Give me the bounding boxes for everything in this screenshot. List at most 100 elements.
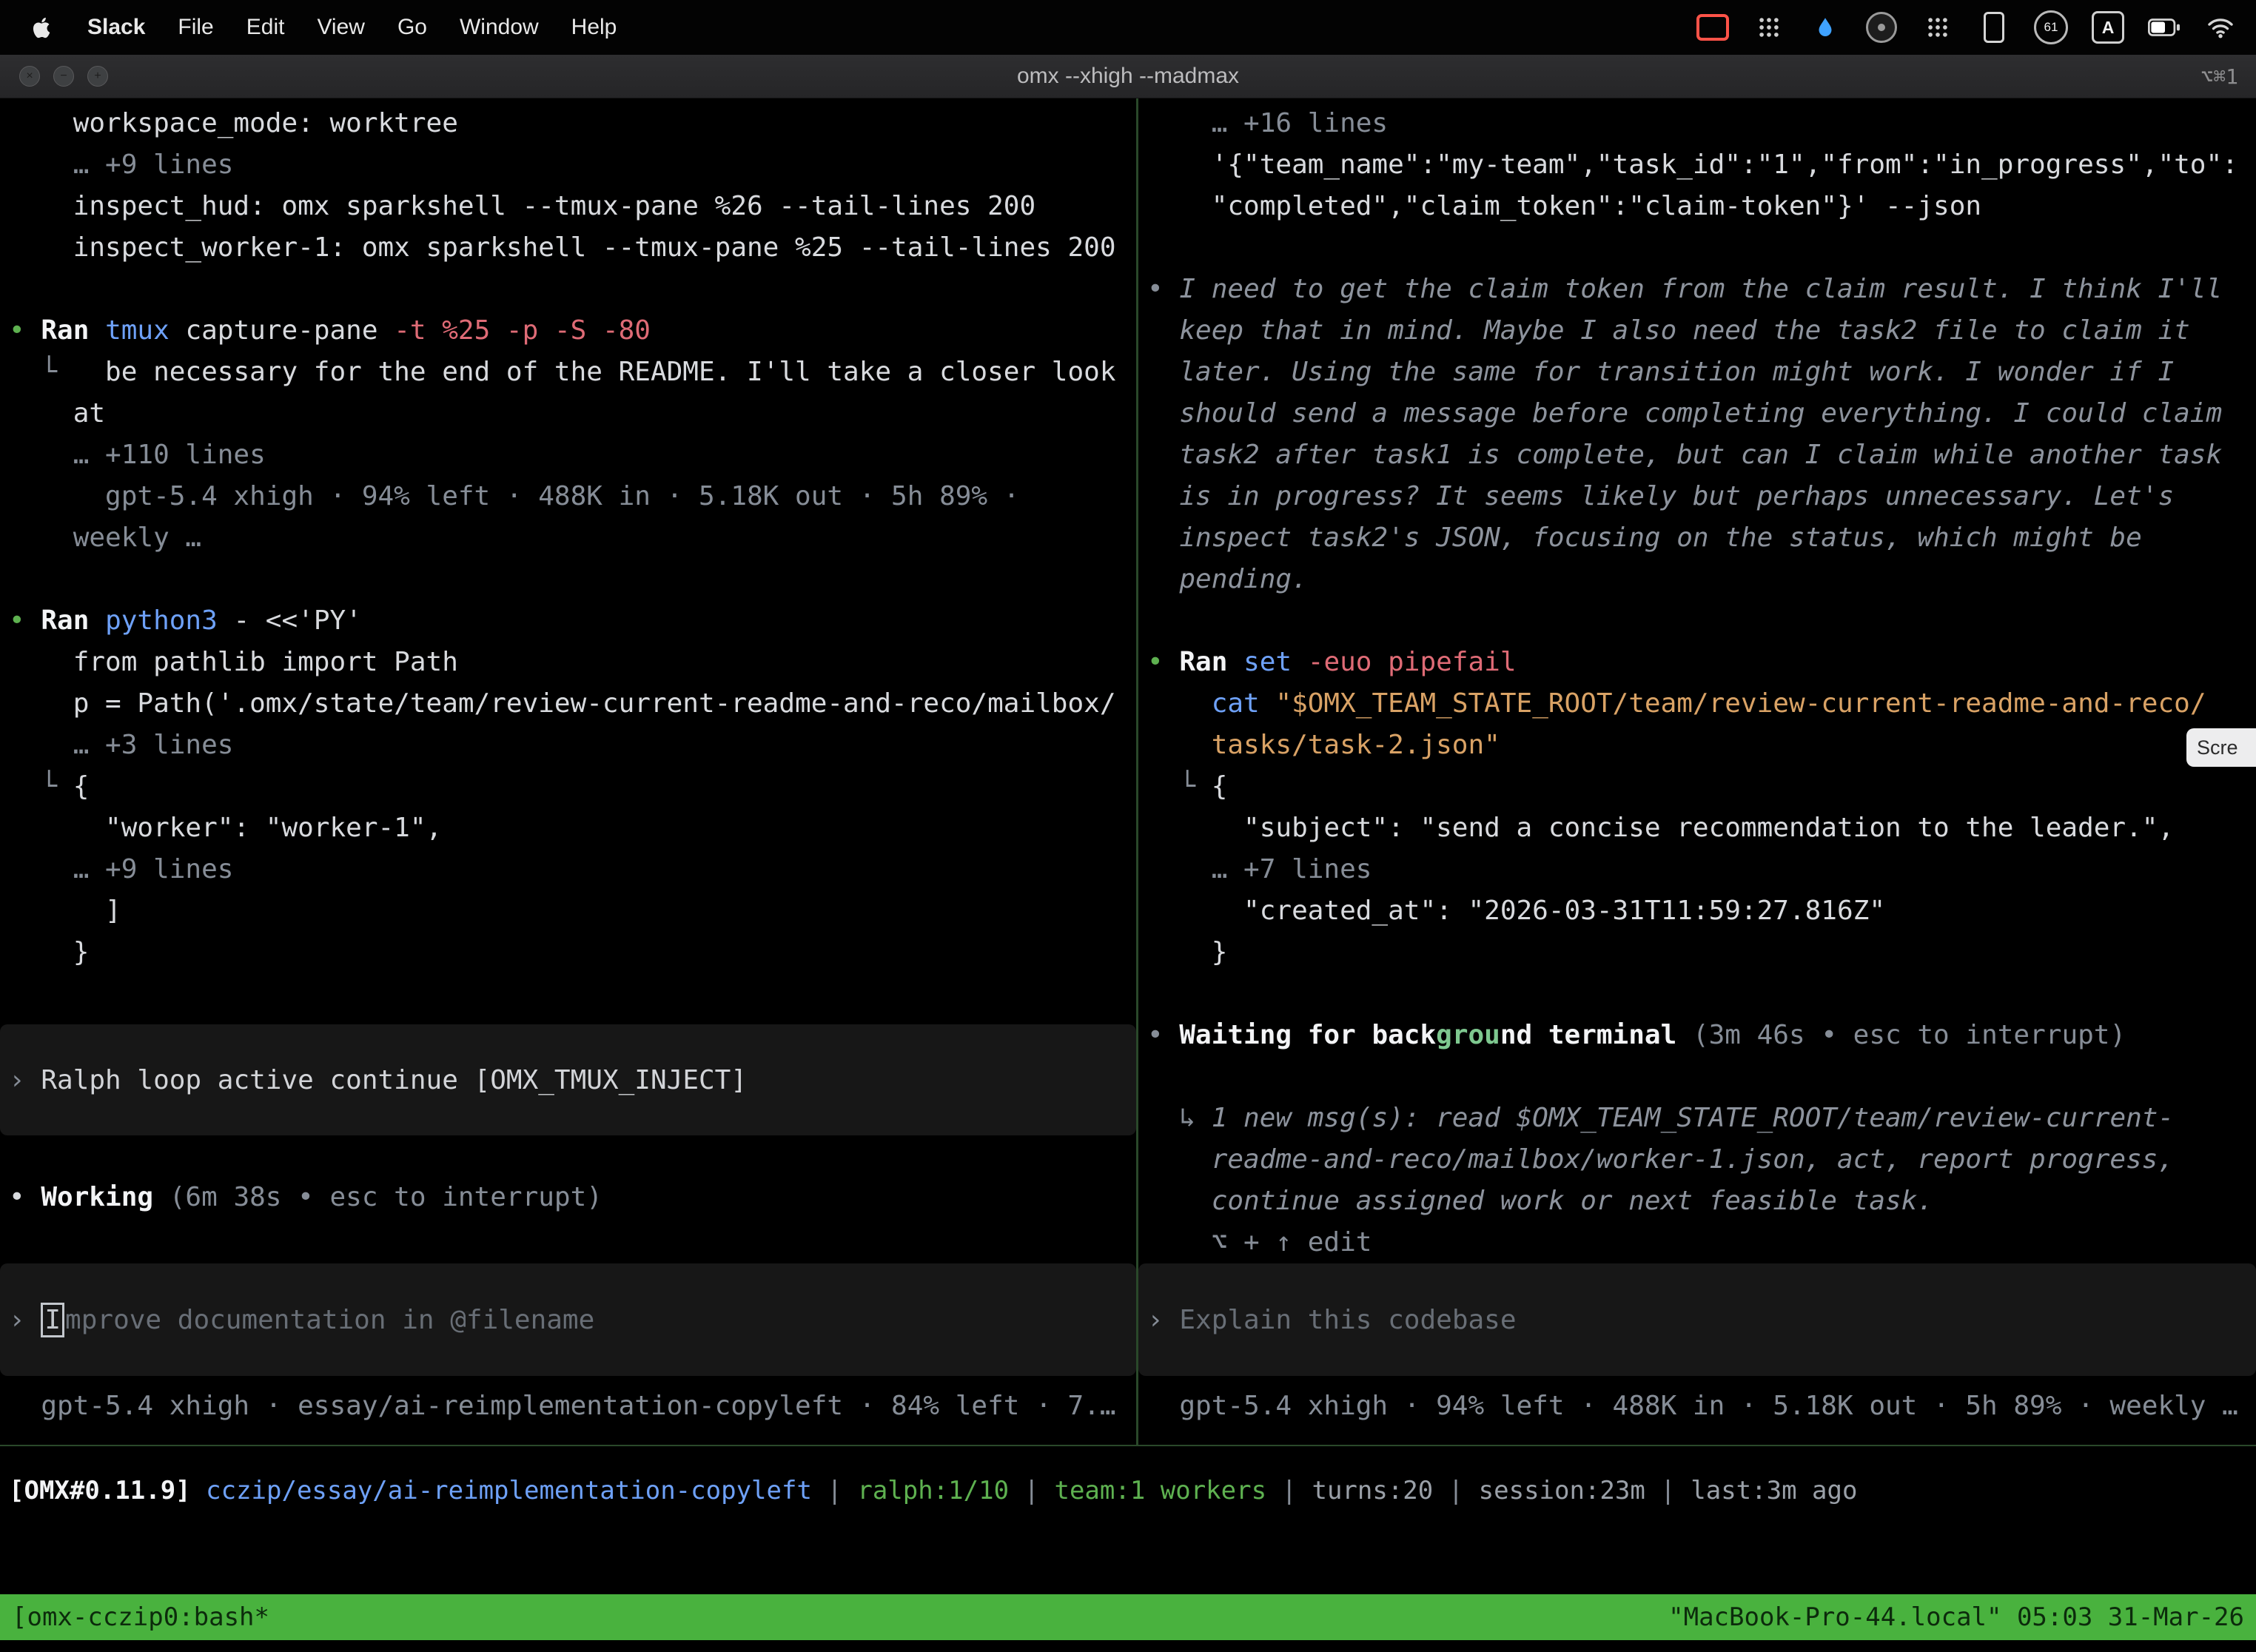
terminal-line: ↳ 1 new msg(s): read $OMX_TEAM_STATE_ROO…	[1138, 1098, 2256, 1139]
menu-bar: Slack File Edit View Go Window Help 61 A	[0, 0, 2256, 55]
terminal-line: gpt-5.4 xhigh · 94% left · 488K in · 5.1…	[0, 476, 1136, 517]
ralph-prompt-text: Ralph loop active continue [OMX_TMUX_INJ…	[41, 1065, 747, 1095]
terminal-line: … +7 lines	[1138, 849, 2256, 890]
screen: Slack File Edit View Go Window Help 61 A	[0, 0, 2256, 1652]
battery-percent-value: 61	[2044, 20, 2058, 35]
terminal-line: inspect task2's JSON, focusing on the st…	[1138, 517, 2256, 559]
battery-percent-badge[interactable]: 61	[2034, 10, 2068, 44]
left-pane[interactable]: workspace_mode: worktree … +9 lines insp…	[0, 98, 1138, 1445]
menu-item-file[interactable]: File	[178, 15, 213, 40]
terminal-line: … +9 lines	[0, 144, 1136, 186]
terminal-line: "subject": "send a concise recommendatio…	[1138, 807, 2256, 849]
apple-menu-icon[interactable]	[30, 13, 55, 42]
omx-status-bar: [OMX#0.11.9] cczip/essay/ai-reimplementa…	[0, 1446, 2256, 1594]
terminal-cursor: I	[41, 1303, 64, 1337]
terminal-line: at	[0, 393, 1136, 434]
terminal-line: from pathlib import Path	[0, 642, 1136, 683]
launchpad-grid-icon[interactable]	[1921, 11, 1954, 44]
prompt-chevron: ›	[0, 1305, 41, 1335]
terminal-line: ]	[0, 890, 1136, 932]
tmux-session-label: [omx-cczip0:bash*	[12, 1602, 269, 1632]
terminal-line: └ {	[0, 766, 1136, 807]
menu-item-go[interactable]: Go	[397, 15, 427, 40]
terminal: workspace_mode: worktree … +9 lines insp…	[0, 98, 2256, 1446]
terminal-line: weekly …	[0, 517, 1136, 559]
terminal-line: … +3 lines	[0, 725, 1136, 766]
terminal-line: }	[1138, 932, 2256, 973]
prompt-chevron: ›	[0, 1065, 41, 1095]
terminal-line: inspect_hud: omx sparkshell --tmux-pane …	[0, 186, 1136, 227]
menu-item-help[interactable]: Help	[571, 15, 617, 40]
terminal-line: inspect_worker-1: omx sparkshell --tmux-…	[0, 227, 1136, 269]
menu-status-icons: 61 A	[1696, 10, 2256, 44]
terminal-line: … +110 lines	[0, 434, 1136, 476]
terminal-line: └ {	[1138, 766, 2256, 807]
working-status-line: • Working (6m 38s • esc to interrupt)	[0, 1177, 1136, 1218]
terminal-line: • Ran python3 - <<'PY'	[0, 600, 1136, 642]
device-icon[interactable]	[1978, 11, 2010, 44]
terminal-line: keep that in mind. Maybe I also need the…	[1138, 310, 2256, 352]
terminal-line: is in progress? It seems likely but perh…	[1138, 476, 2256, 517]
terminal-line: "completed","claim_token":"claim-token"}…	[1138, 186, 2256, 227]
terminal-line	[1138, 600, 2256, 642]
omx-status-line: [OMX#0.11.9] cczip/essay/ai-reimplementa…	[0, 1470, 2256, 1511]
right-input-box[interactable]: › Explain this codebase	[1138, 1263, 2256, 1376]
terminal-line: … +9 lines	[0, 849, 1136, 890]
window-title: omx --xhigh --madmax	[1017, 64, 1239, 89]
screen-recording-icon[interactable]	[1696, 11, 1729, 44]
minimize-button[interactable]: −	[53, 66, 74, 87]
terminal-line: pending.	[1138, 559, 2256, 600]
terminal-line: • I need to get the claim token from the…	[1138, 269, 2256, 310]
terminal-line	[0, 559, 1136, 600]
right-pane-lines: … +16 lines '{"team_name":"my-team","tas…	[1138, 103, 2256, 1263]
terminal-line	[1138, 973, 2256, 1015]
terminal-line	[0, 269, 1136, 310]
terminal-line: └ be necessary for the end of the README…	[0, 352, 1136, 393]
terminal-line: ⌥ + ↑ edit	[1138, 1222, 2256, 1263]
record-disc-icon[interactable]	[1865, 11, 1898, 44]
terminal-line: • Waiting for background terminal (3m 46…	[1138, 1015, 2256, 1056]
droplet-icon[interactable]	[1809, 11, 1842, 44]
menu-app-name[interactable]: Slack	[87, 15, 145, 40]
zoom-button[interactable]: +	[87, 66, 108, 87]
terminal-line: continue assigned work or next feasible …	[1138, 1181, 2256, 1222]
left-pane-lines: workspace_mode: worktree … +9 lines insp…	[0, 103, 1136, 973]
close-button[interactable]: ×	[19, 66, 40, 87]
terminal-line: cat "$OMX_TEAM_STATE_ROOT/team/review-cu…	[1138, 683, 2256, 725]
menu-item-view[interactable]: View	[317, 15, 364, 40]
terminal-line	[1138, 227, 2256, 269]
terminal-line: later. Using the same for transition mig…	[1138, 352, 2256, 393]
terminal-line: "worker": "worker-1",	[0, 807, 1136, 849]
terminal-line: • Ran set -euo pipefail	[1138, 642, 2256, 683]
menu-left: Slack File Edit View Go Window Help	[0, 13, 617, 42]
left-pane-spacer	[0, 973, 1136, 1024]
right-input-placeholder: Explain this codebase	[1179, 1305, 1516, 1335]
battery-icon[interactable]	[2148, 11, 2181, 44]
terminal-line: "created_at": "2026-03-31T11:59:27.816Z"	[1138, 890, 2256, 932]
input-source-icon[interactable]: A	[2092, 11, 2124, 44]
screen-tooltip: Scre	[2186, 728, 2256, 767]
left-input-box[interactable]: › I mprove documentation in @filename	[0, 1263, 1136, 1376]
right-pane-status-line: gpt-5.4 xhigh · 94% left · 488K in · 5.1…	[1138, 1386, 2256, 1427]
terminal-line: … +16 lines	[1138, 103, 2256, 144]
left-input-placeholder: mprove documentation in @filename	[65, 1305, 594, 1335]
right-pane[interactable]: … +16 lines '{"team_name":"my-team","tas…	[1138, 98, 2256, 1445]
terminal-line: readme-and-reco/mailbox/worker-1.json, a…	[1138, 1139, 2256, 1181]
menu-item-window[interactable]: Window	[460, 15, 539, 40]
terminal-line: task2 after task1 is complete, but can I…	[1138, 434, 2256, 476]
terminal-line: p = Path('.omx/state/team/review-current…	[0, 683, 1136, 725]
dots-grid-icon[interactable]	[1753, 11, 1785, 44]
tmux-status-bar: [omx-cczip0:bash* "MacBook-Pro-44.local"…	[0, 1594, 2256, 1640]
terminal-line: }	[0, 932, 1136, 973]
bottom-fill	[0, 1640, 2256, 1652]
terminal-line	[1138, 1056, 2256, 1098]
ralph-prompt-box[interactable]: › Ralph loop active continue [OMX_TMUX_I…	[0, 1024, 1136, 1135]
wifi-icon[interactable]	[2204, 11, 2237, 44]
terminal-line: • Ran tmux capture-pane -t %25 -p -S -80	[0, 310, 1136, 352]
window-titlebar: × − + omx --xhigh --madmax ⌥⌘1	[0, 55, 2256, 98]
window-shortcut-hint: ⌥⌘1	[2200, 55, 2238, 98]
traffic-lights: × − +	[19, 55, 108, 98]
menu-item-edit[interactable]: Edit	[246, 15, 285, 40]
left-pane-status-line: gpt-5.4 xhigh · essay/ai-reimplementatio…	[0, 1386, 1136, 1427]
tmux-host-clock: "MacBook-Pro-44.local" 05:03 31-Mar-26	[1668, 1602, 2244, 1632]
